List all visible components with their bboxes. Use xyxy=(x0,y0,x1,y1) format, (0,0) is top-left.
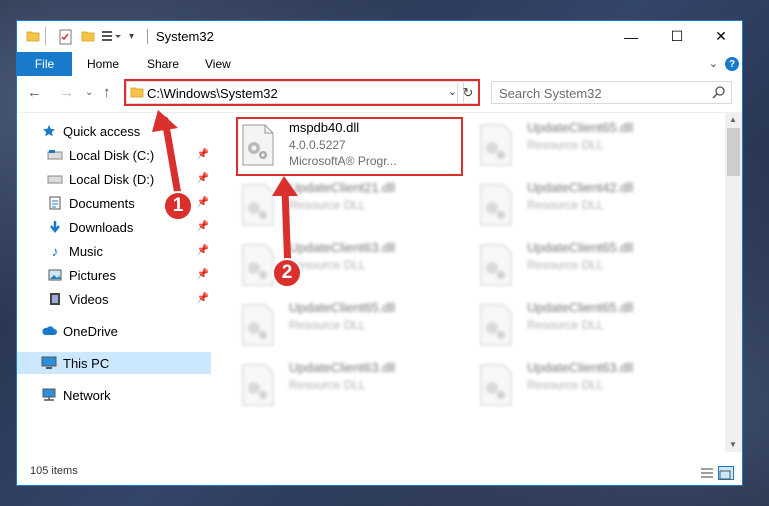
step-badge-2: 2 xyxy=(272,258,302,288)
annotation-arrows xyxy=(152,110,298,276)
step-badge-1: 1 xyxy=(163,191,193,221)
